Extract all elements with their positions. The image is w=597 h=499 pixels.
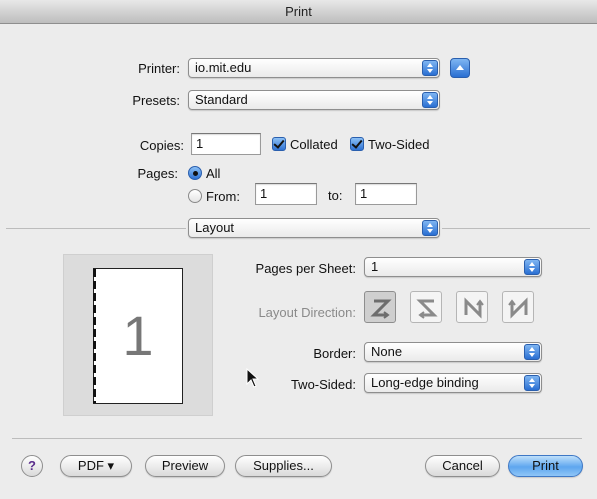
popup-arrows-icon bbox=[524, 259, 540, 275]
two-sided-binding-label: Two-Sided: bbox=[290, 377, 356, 392]
printer-label: Printer: bbox=[138, 61, 180, 76]
preview-page-number: 1 bbox=[122, 304, 154, 367]
presets-label: Presets: bbox=[132, 93, 180, 108]
pages-all-label: All bbox=[206, 166, 221, 181]
pages-all-radio[interactable] bbox=[188, 166, 202, 180]
two-sided-binding-value: Long-edge binding bbox=[371, 375, 479, 390]
supplies-button[interactable]: Supplies... bbox=[235, 455, 332, 477]
reverse-n-direction-icon[interactable] bbox=[502, 291, 534, 323]
pages-to-label: to: bbox=[328, 188, 343, 203]
popup-arrows-icon bbox=[524, 375, 540, 391]
popup-arrows-icon bbox=[422, 220, 438, 236]
z-direction-icon[interactable] bbox=[364, 291, 396, 323]
window-title: Print bbox=[0, 0, 597, 24]
pages-from-label: From: bbox=[206, 189, 240, 204]
printer-value: io.mit.edu bbox=[195, 60, 252, 75]
popup-arrows-icon bbox=[422, 60, 438, 76]
pages-per-sheet-value: 1 bbox=[371, 259, 379, 274]
presets-popup[interactable]: Standard bbox=[188, 90, 440, 110]
cancel-button[interactable]: Cancel bbox=[425, 455, 500, 477]
separator-left bbox=[6, 228, 186, 229]
mouse-pointer-icon bbox=[246, 368, 260, 388]
pages-from-radio[interactable] bbox=[188, 189, 202, 203]
pages-per-sheet-label: Pages per Sheet: bbox=[255, 261, 356, 276]
pages-to-field[interactable]: 1 bbox=[355, 183, 417, 205]
two-sided-checkbox[interactable] bbox=[350, 137, 364, 151]
border-popup[interactable]: None bbox=[364, 342, 542, 362]
pages-label: Pages: bbox=[137, 166, 178, 181]
help-button[interactable]: ? bbox=[21, 455, 43, 477]
border-value: None bbox=[371, 344, 403, 359]
page-preview: 1 bbox=[63, 254, 213, 416]
border-label: Border: bbox=[313, 346, 356, 361]
pdf-button[interactable]: PDF ▾ bbox=[60, 455, 132, 477]
print-button[interactable]: Print bbox=[508, 455, 583, 477]
popup-arrows-icon bbox=[422, 92, 438, 108]
two-sided-binding-popup[interactable]: Long-edge binding bbox=[364, 373, 542, 393]
print-dialog: Print Printer: io.mit.edu Presets: Stand… bbox=[0, 0, 597, 499]
preview-button[interactable]: Preview bbox=[145, 455, 225, 477]
section-popup[interactable]: Layout bbox=[188, 218, 440, 238]
printer-popup[interactable]: io.mit.edu bbox=[188, 58, 440, 78]
pages-from-field[interactable]: 1 bbox=[255, 183, 317, 205]
chevron-up-icon[interactable] bbox=[450, 58, 470, 78]
layout-direction-label: Layout Direction: bbox=[258, 305, 356, 320]
popup-arrows-icon bbox=[524, 344, 540, 360]
preview-page: 1 bbox=[93, 268, 183, 404]
collated-label: Collated bbox=[290, 137, 338, 152]
n-direction-icon[interactable] bbox=[456, 291, 488, 323]
reverse-z-direction-icon[interactable] bbox=[410, 291, 442, 323]
copies-field[interactable]: 1 bbox=[191, 133, 261, 155]
section-value: Layout bbox=[195, 220, 235, 235]
separator-right bbox=[442, 228, 590, 229]
presets-value: Standard bbox=[195, 92, 248, 107]
bottom-separator bbox=[12, 438, 582, 439]
collated-checkbox[interactable] bbox=[272, 137, 286, 151]
pages-per-sheet-popup[interactable]: 1 bbox=[364, 257, 542, 277]
two-sided-label: Two-Sided bbox=[368, 137, 430, 152]
copies-label: Copies: bbox=[139, 138, 184, 153]
